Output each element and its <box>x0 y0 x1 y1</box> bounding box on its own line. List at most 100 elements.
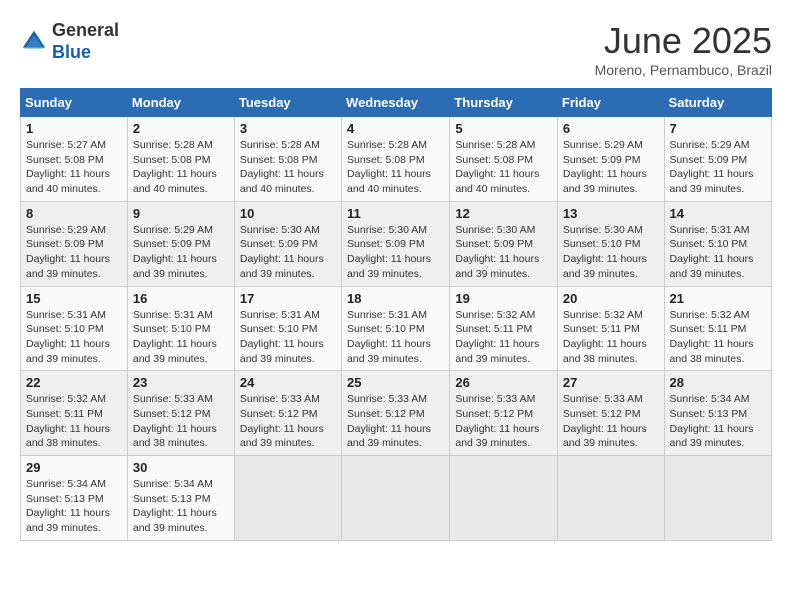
week-row-5: 29Sunrise: 5:34 AMSunset: 5:13 PMDayligh… <box>21 456 772 541</box>
day-number: 25 <box>347 375 444 390</box>
calendar-cell: 6 Sunrise: 5:29 AMSunset: 5:09 PMDaylight… <box>557 117 664 202</box>
header-day-friday: Friday <box>557 89 664 117</box>
calendar-cell: 20Sunrise: 5:32 AMSunset: 5:11 PMDayligh… <box>557 286 664 371</box>
cell-info: Sunrise: 5:28 AMSunset: 5:08 PMDaylight:… <box>133 138 229 197</box>
header-day-tuesday: Tuesday <box>234 89 341 117</box>
cell-info: Sunrise: 5:32 AMSunset: 5:11 PMDaylight:… <box>670 308 766 367</box>
calendar-cell: 11 Sunrise: 5:30 AMSunset: 5:09 PMDayligh… <box>342 201 450 286</box>
calendar-cell: 27 Sunrise: 5:33 AMSunset: 5:12 PMDayligh… <box>557 371 664 456</box>
calendar-cell: 21 Sunrise: 5:32 AMSunset: 5:11 PMDayligh… <box>664 286 771 371</box>
logo: General Blue <box>20 20 119 63</box>
week-row-4: 22 Sunrise: 5:32 AMSunset: 5:11 PMDayligh… <box>21 371 772 456</box>
header-row: SundayMondayTuesdayWednesdayThursdayFrid… <box>21 89 772 117</box>
logo-blue-text: Blue <box>52 42 119 64</box>
calendar-cell: 28 Sunrise: 5:34 AMSunset: 5:13 PMDayligh… <box>664 371 771 456</box>
cell-info: Sunrise: 5:29 AMSunset: 5:09 PMDaylight:… <box>563 138 659 197</box>
cell-info: Sunrise: 5:31 AMSunset: 5:10 PMDaylight:… <box>133 308 229 367</box>
day-number: 19 <box>455 291 552 306</box>
calendar-cell <box>342 456 450 541</box>
header-day-monday: Monday <box>127 89 234 117</box>
calendar-cell: 3 Sunrise: 5:28 AMSunset: 5:08 PMDaylight… <box>234 117 341 202</box>
calendar-cell: 24 Sunrise: 5:33 AMSunset: 5:12 PMDayligh… <box>234 371 341 456</box>
calendar-cell <box>234 456 341 541</box>
cell-info: Sunrise: 5:34 AMSunset: 5:13 PMDaylight:… <box>670 392 766 451</box>
header-day-saturday: Saturday <box>664 89 771 117</box>
day-number: 27 <box>563 375 659 390</box>
cell-info: Sunrise: 5:33 AMSunset: 5:12 PMDaylight:… <box>240 392 336 451</box>
week-row-2: 8 Sunrise: 5:29 AMSunset: 5:09 PMDaylight… <box>21 201 772 286</box>
cell-info: Sunrise: 5:33 AMSunset: 5:12 PMDaylight:… <box>347 392 444 451</box>
calendar-cell <box>557 456 664 541</box>
logo-general-text: General <box>52 20 119 42</box>
cell-info: Sunrise: 5:28 AMSunset: 5:08 PMDaylight:… <box>240 138 336 197</box>
day-number: 2 <box>133 121 229 136</box>
calendar-cell: 30Sunrise: 5:34 AMSunset: 5:13 PMDayligh… <box>127 456 234 541</box>
calendar-cell: 25 Sunrise: 5:33 AMSunset: 5:12 PMDayligh… <box>342 371 450 456</box>
calendar-cell <box>450 456 558 541</box>
calendar-body: 1 Sunrise: 5:27 AMSunset: 5:08 PMDaylight… <box>21 117 772 541</box>
calendar-cell: 18Sunrise: 5:31 AMSunset: 5:10 PMDayligh… <box>342 286 450 371</box>
cell-info: Sunrise: 5:29 AMSunset: 5:09 PMDaylight:… <box>670 138 766 197</box>
day-number: 20 <box>563 291 659 306</box>
day-number: 30 <box>133 460 229 475</box>
cell-info: Sunrise: 5:28 AMSunset: 5:08 PMDaylight:… <box>347 138 444 197</box>
day-number: 3 <box>240 121 336 136</box>
day-number: 23 <box>133 375 229 390</box>
cell-info: Sunrise: 5:28 AMSunset: 5:08 PMDaylight:… <box>455 138 552 197</box>
day-number: 9 <box>133 206 229 221</box>
day-number: 8 <box>26 206 122 221</box>
day-number: 6 <box>563 121 659 136</box>
month-title: June 2025 <box>595 20 772 62</box>
day-number: 26 <box>455 375 552 390</box>
cell-info: Sunrise: 5:32 AMSunset: 5:11 PMDaylight:… <box>26 392 122 451</box>
day-number: 17 <box>240 291 336 306</box>
title-block: June 2025 Moreno, Pernambuco, Brazil <box>595 20 772 78</box>
calendar-cell: 2 Sunrise: 5:28 AMSunset: 5:08 PMDaylight… <box>127 117 234 202</box>
cell-info: Sunrise: 5:33 AMSunset: 5:12 PMDaylight:… <box>133 392 229 451</box>
day-number: 4 <box>347 121 444 136</box>
calendar-cell: 10Sunrise: 5:30 AMSunset: 5:09 PMDayligh… <box>234 201 341 286</box>
header-day-sunday: Sunday <box>21 89 128 117</box>
cell-info: Sunrise: 5:27 AMSunset: 5:08 PMDaylight:… <box>26 138 122 197</box>
day-number: 10 <box>240 206 336 221</box>
day-number: 7 <box>670 121 766 136</box>
calendar-cell: 7 Sunrise: 5:29 AMSunset: 5:09 PMDaylight… <box>664 117 771 202</box>
cell-info: Sunrise: 5:33 AMSunset: 5:12 PMDaylight:… <box>455 392 552 451</box>
calendar-cell: 15Sunrise: 5:31 AMSunset: 5:10 PMDayligh… <box>21 286 128 371</box>
cell-info: Sunrise: 5:31 AMSunset: 5:10 PMDaylight:… <box>670 223 766 282</box>
cell-info: Sunrise: 5:31 AMSunset: 5:10 PMDaylight:… <box>26 308 122 367</box>
location-text: Moreno, Pernambuco, Brazil <box>595 62 772 78</box>
cell-info: Sunrise: 5:30 AMSunset: 5:09 PMDaylight:… <box>455 223 552 282</box>
day-number: 13 <box>563 206 659 221</box>
cell-info: Sunrise: 5:33 AMSunset: 5:12 PMDaylight:… <box>563 392 659 451</box>
day-number: 11 <box>347 206 444 221</box>
header-day-wednesday: Wednesday <box>342 89 450 117</box>
calendar-cell: 14 Sunrise: 5:31 AMSunset: 5:10 PMDayligh… <box>664 201 771 286</box>
day-number: 1 <box>26 121 122 136</box>
calendar-cell: 12 Sunrise: 5:30 AMSunset: 5:09 PMDayligh… <box>450 201 558 286</box>
day-number: 22 <box>26 375 122 390</box>
day-number: 12 <box>455 206 552 221</box>
day-number: 14 <box>670 206 766 221</box>
calendar-header: SundayMondayTuesdayWednesdayThursdayFrid… <box>21 89 772 117</box>
cell-info: Sunrise: 5:31 AMSunset: 5:10 PMDaylight:… <box>347 308 444 367</box>
cell-info: Sunrise: 5:32 AMSunset: 5:11 PMDaylight:… <box>455 308 552 367</box>
day-number: 21 <box>670 291 766 306</box>
cell-info: Sunrise: 5:29 AMSunset: 5:09 PMDaylight:… <box>26 223 122 282</box>
header-day-thursday: Thursday <box>450 89 558 117</box>
calendar-cell: 4 Sunrise: 5:28 AMSunset: 5:08 PMDaylight… <box>342 117 450 202</box>
cell-info: Sunrise: 5:29 AMSunset: 5:09 PMDaylight:… <box>133 223 229 282</box>
day-number: 16 <box>133 291 229 306</box>
calendar-cell: 26 Sunrise: 5:33 AMSunset: 5:12 PMDayligh… <box>450 371 558 456</box>
week-row-1: 1 Sunrise: 5:27 AMSunset: 5:08 PMDaylight… <box>21 117 772 202</box>
calendar-cell: 22 Sunrise: 5:32 AMSunset: 5:11 PMDayligh… <box>21 371 128 456</box>
day-number: 5 <box>455 121 552 136</box>
cell-info: Sunrise: 5:30 AMSunset: 5:09 PMDaylight:… <box>347 223 444 282</box>
calendar-cell: 9 Sunrise: 5:29 AMSunset: 5:09 PMDaylight… <box>127 201 234 286</box>
cell-info: Sunrise: 5:31 AMSunset: 5:10 PMDaylight:… <box>240 308 336 367</box>
calendar-cell: 1 Sunrise: 5:27 AMSunset: 5:08 PMDaylight… <box>21 117 128 202</box>
day-number: 24 <box>240 375 336 390</box>
calendar-cell: 19 Sunrise: 5:32 AMSunset: 5:11 PMDayligh… <box>450 286 558 371</box>
calendar-table: SundayMondayTuesdayWednesdayThursdayFrid… <box>20 88 772 541</box>
day-number: 28 <box>670 375 766 390</box>
